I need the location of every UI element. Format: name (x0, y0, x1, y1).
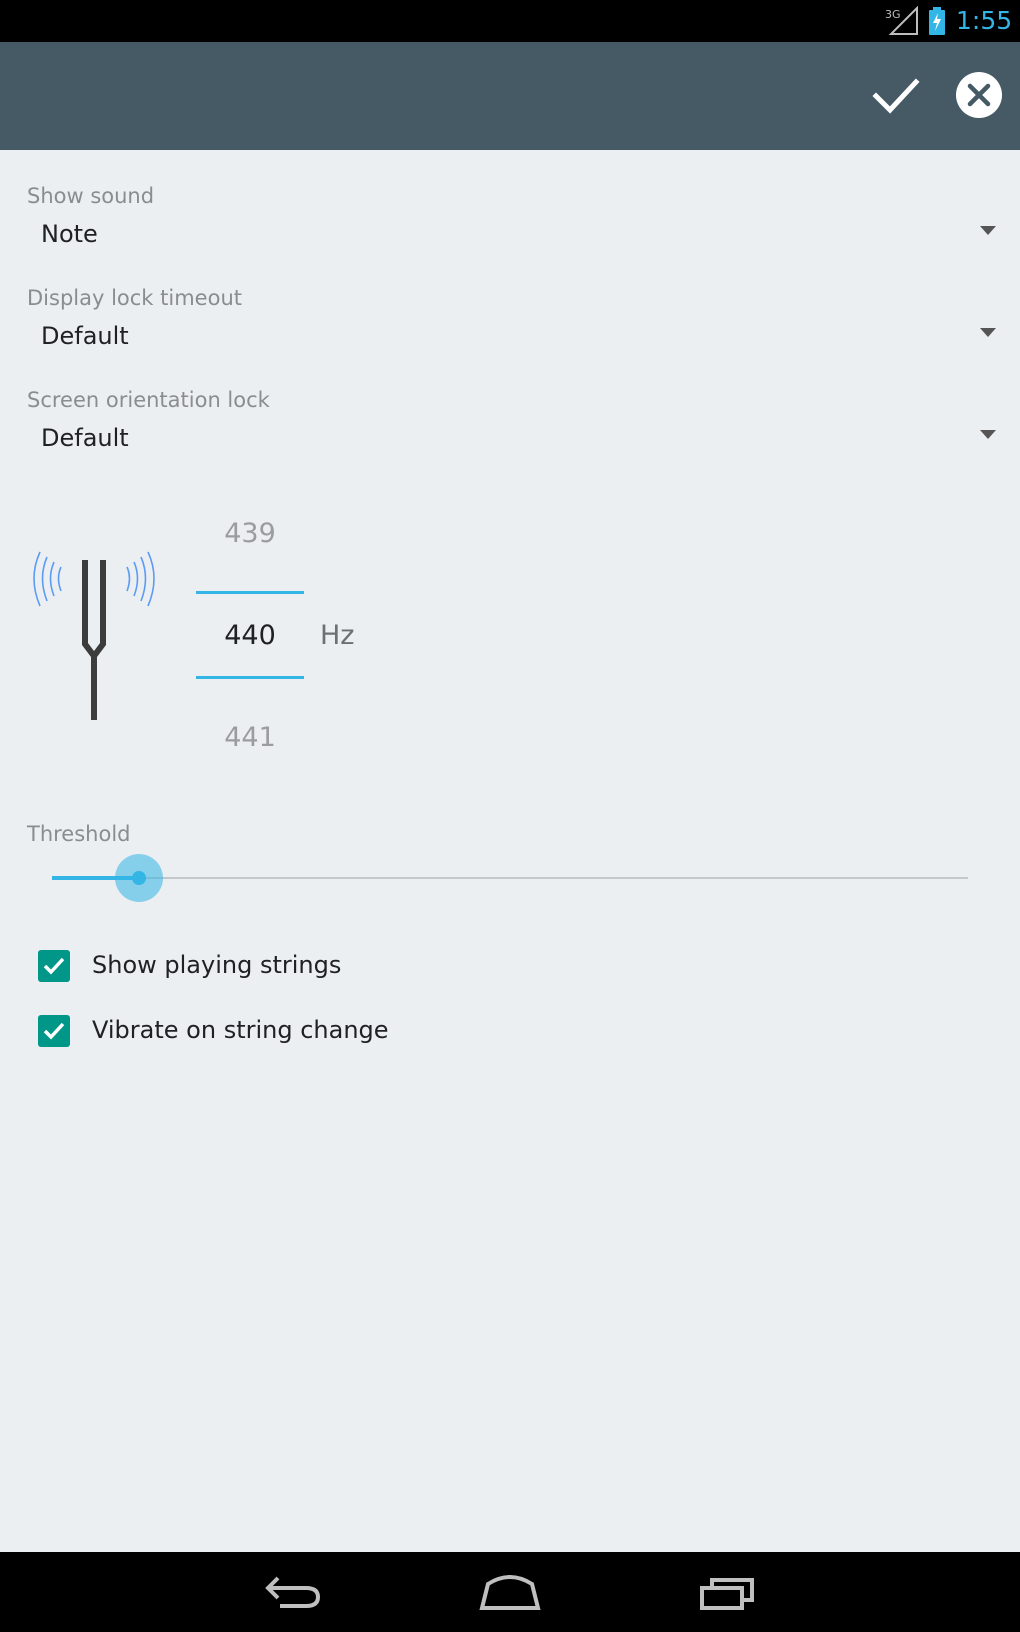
frequency-current-value[interactable]: 440 (196, 618, 304, 654)
display-lock-timeout-dropdown[interactable]: Default (28, 316, 996, 358)
screen-orientation-lock-dropdown[interactable]: Default (28, 418, 996, 460)
close-circle-icon (956, 72, 1002, 118)
home-button[interactable] (478, 1570, 542, 1614)
checkmark-icon (43, 1022, 65, 1040)
home-icon (479, 1575, 541, 1610)
network-type-label: 3G (885, 8, 901, 21)
clock: 1:55 (956, 6, 1013, 35)
threshold-label: Threshold (27, 822, 131, 846)
frequency-previous-value[interactable]: 439 (196, 516, 304, 552)
show-sound-dropdown[interactable]: Note (28, 214, 996, 256)
preferences-screen: 3G 1:55 Show sound Note Display lock tim… (0, 0, 1020, 1632)
cancel-button[interactable] (954, 70, 1004, 120)
slider-track (52, 877, 968, 879)
threshold-slider[interactable] (52, 854, 968, 902)
status-bar: 3G 1:55 (0, 0, 1020, 42)
show-playing-strings-checkbox-row[interactable]: Show playing strings (36, 942, 536, 988)
frequency-next-value[interactable]: 441 (196, 720, 304, 756)
vibrate-on-string-change-checkbox[interactable] (38, 1015, 70, 1047)
vibrate-on-string-change-checkbox-row[interactable]: Vibrate on string change (36, 1007, 536, 1053)
signal-3g-icon: 3G (885, 6, 918, 35)
show-playing-strings-label: Show playing strings (92, 951, 342, 979)
recent-apps-icon (700, 1578, 754, 1610)
dropdown-arrow-icon (980, 226, 996, 235)
back-icon (265, 1576, 321, 1608)
show-sound-label: Show sound (27, 184, 155, 208)
battery-charging-icon (929, 7, 945, 35)
show-sound-value: Note (41, 220, 98, 248)
checkmark-icon (43, 957, 65, 975)
back-button[interactable] (262, 1570, 324, 1614)
tuning-fork-icon (33, 551, 155, 720)
screen-orientation-lock-label: Screen orientation lock (27, 388, 270, 412)
navigation-bar (0, 1552, 1020, 1632)
display-lock-timeout-label: Display lock timeout (27, 286, 242, 310)
done-button[interactable] (868, 72, 924, 120)
picker-divider-top (196, 591, 304, 594)
vibrate-on-string-change-label: Vibrate on string change (92, 1016, 389, 1044)
screen-orientation-lock-value: Default (41, 424, 129, 452)
show-playing-strings-checkbox[interactable] (38, 950, 70, 982)
frequency-picker[interactable]: 439 440 441 (196, 508, 304, 758)
frequency-unit-label: Hz (320, 620, 355, 651)
dropdown-arrow-icon (980, 328, 996, 337)
dropdown-arrow-icon (980, 430, 996, 439)
picker-divider-bottom (196, 676, 304, 679)
slider-thumb[interactable] (132, 871, 146, 885)
action-bar (0, 42, 1020, 150)
checkmark-icon (872, 78, 920, 114)
display-lock-timeout-value: Default (41, 322, 129, 350)
recent-apps-button[interactable] (698, 1570, 758, 1614)
